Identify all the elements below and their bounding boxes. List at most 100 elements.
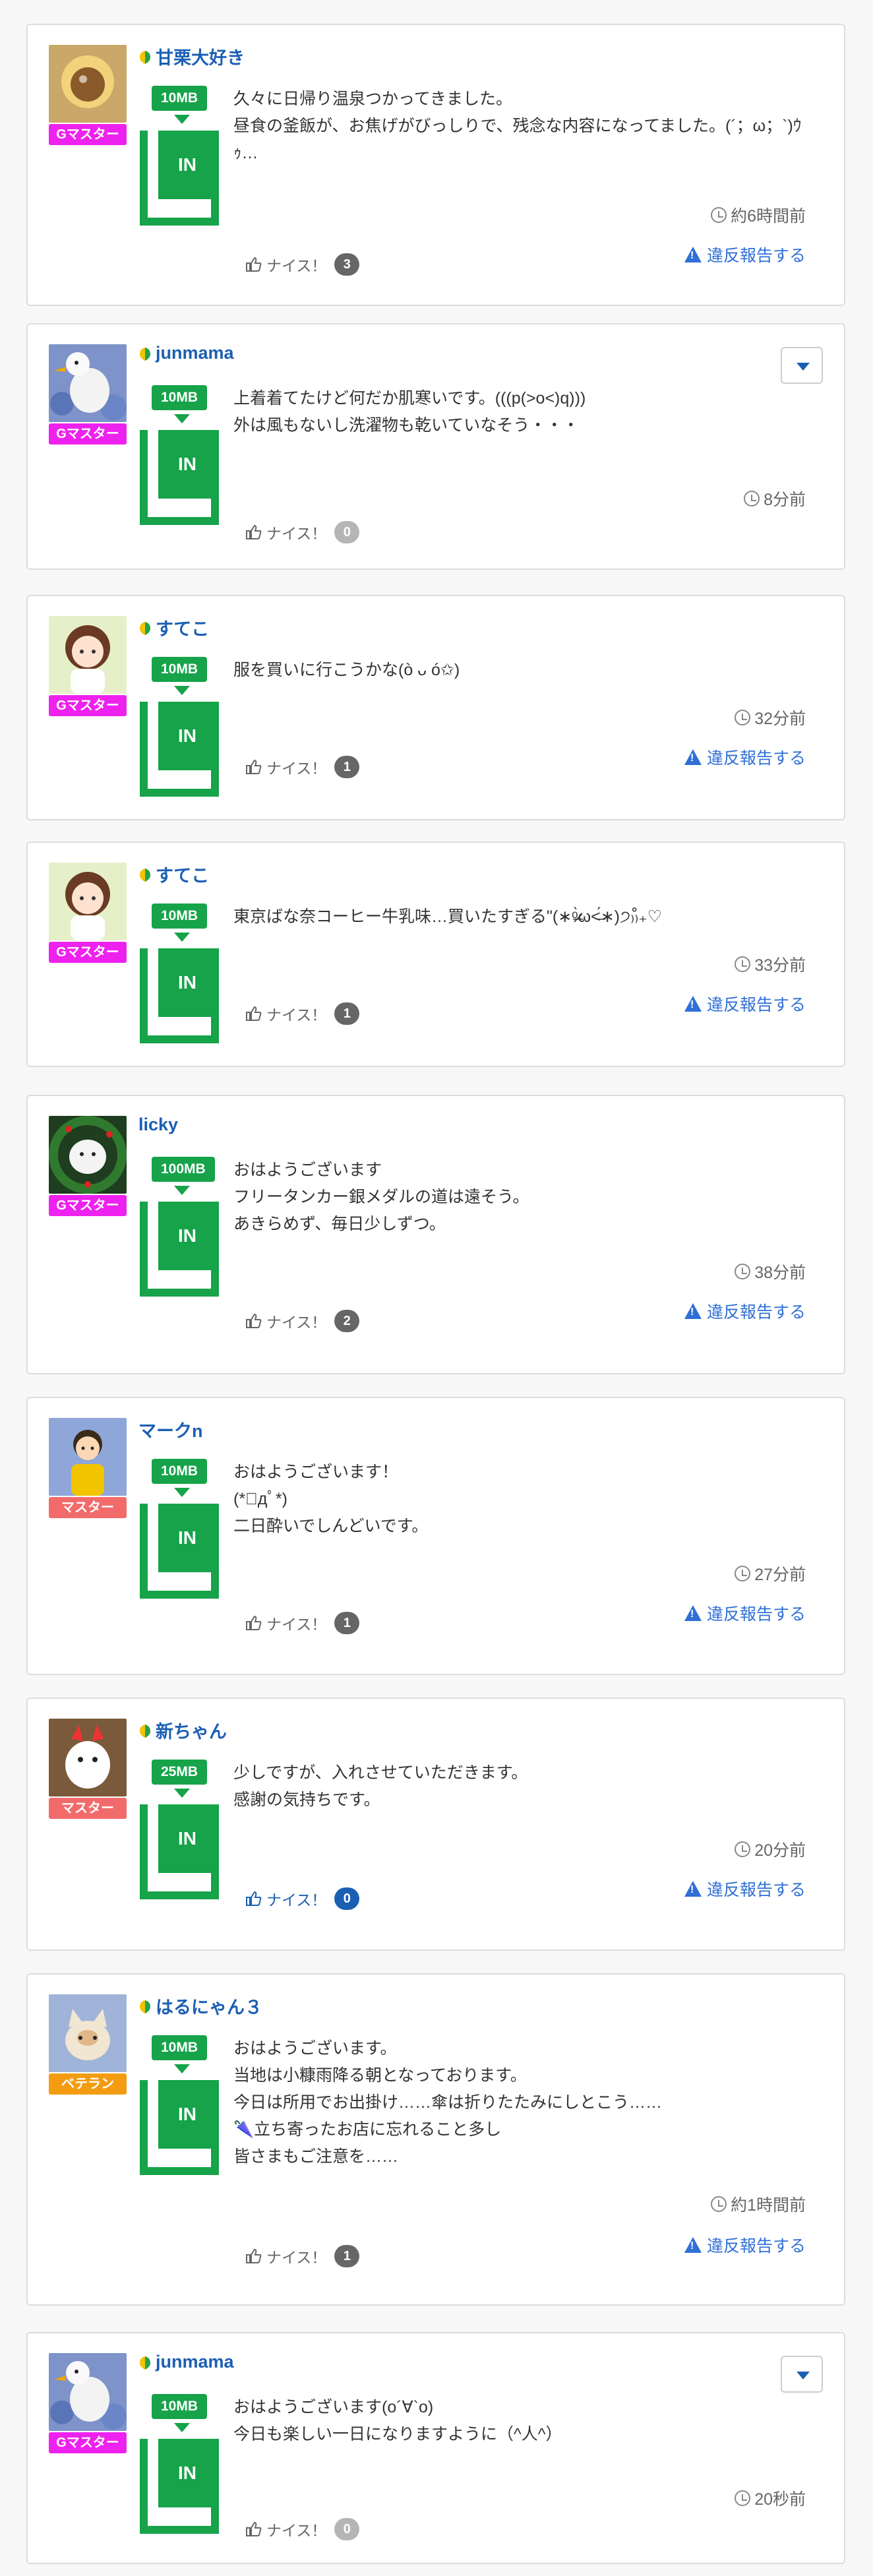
down-arrow-icon bbox=[174, 1186, 190, 1195]
post-time: 20秒前 bbox=[735, 2486, 806, 2510]
warning-icon bbox=[684, 1303, 702, 1319]
post-card: Gマスター すてこ 10MB IN 服を買いに行こうかな(ò ᴗ ó✩) 32分… bbox=[26, 595, 845, 820]
in-cup: IN bbox=[140, 430, 219, 525]
size-badge: 10MB bbox=[152, 657, 208, 682]
report-link[interactable]: 違反報告する bbox=[684, 1877, 806, 1901]
user-avatar[interactable] bbox=[49, 1994, 127, 2072]
post-time: 20分前 bbox=[735, 1837, 806, 1861]
post-message-line: 服を買いに行こうかな(ò ᴗ ó✩) bbox=[233, 661, 460, 679]
nice-button[interactable]: ナイス！ 1 bbox=[245, 756, 360, 778]
size-badge: 10MB bbox=[152, 2394, 208, 2419]
clock-icon bbox=[711, 2196, 727, 2212]
rank-badge: Gマスター bbox=[49, 124, 127, 145]
size-badge: 10MB bbox=[152, 86, 208, 111]
user-name-link[interactable]: licky bbox=[138, 1115, 178, 1135]
clock-icon bbox=[735, 956, 751, 972]
size-badge: 10MB bbox=[152, 2035, 208, 2060]
thumbs-up-icon bbox=[245, 1006, 262, 1022]
thumbs-up-icon bbox=[245, 2521, 262, 2537]
clock-icon bbox=[735, 1841, 751, 1857]
rank-badge: マスター bbox=[49, 1497, 127, 1518]
post-message-line: おはようございます。 bbox=[233, 2039, 397, 2058]
time-text: 32分前 bbox=[754, 710, 806, 728]
user-avatar[interactable] bbox=[49, 1719, 127, 1796]
post-message: 服を買いに行こうかな(ò ᴗ ó✩) bbox=[233, 657, 820, 684]
post-message-line: (*ﾟдﾟ*) bbox=[233, 1490, 287, 1508]
report-link[interactable]: 違反報告する bbox=[684, 1601, 806, 1625]
report-link[interactable]: 違反報告する bbox=[684, 1299, 806, 1323]
dog-wreath-avatar bbox=[49, 1116, 127, 1194]
post-message-line: 昼食の釜飯が、お焦げがびっしりで、残念な内容になってました。(´；ω；`)ｳｩ… bbox=[233, 117, 802, 162]
nice-label: ナイス！ bbox=[266, 1006, 327, 1024]
thumbs-up-icon bbox=[245, 524, 262, 540]
post-card: Gマスター junmama 10MB IN おはようございます(o´∀`o) 今日… bbox=[26, 2332, 845, 2564]
thumbs-up-icon bbox=[245, 1615, 262, 1631]
user-avatar[interactable] bbox=[49, 1116, 127, 1194]
post-message-line: 二日酔いでしんどいです。 bbox=[233, 1517, 429, 1535]
post-time: 約6時間前 bbox=[711, 203, 806, 227]
user-name-link[interactable]: すてこ bbox=[138, 615, 209, 640]
thumbs-up-icon bbox=[245, 1891, 262, 1907]
in-cup: IN bbox=[140, 131, 219, 226]
user-name-link[interactable]: マークn bbox=[138, 1417, 203, 1442]
boy-avatar bbox=[49, 1418, 127, 1496]
user-avatar[interactable] bbox=[49, 45, 127, 123]
in-label: IN bbox=[158, 131, 216, 199]
post-time: 38分前 bbox=[735, 1260, 806, 1283]
in-cup: IN bbox=[140, 1504, 219, 1599]
user-name: はるにゃん３ bbox=[156, 1998, 262, 2017]
beginner-leaf-icon bbox=[138, 1722, 152, 1739]
nice-button[interactable]: ナイス！ 3 bbox=[245, 253, 360, 276]
nice-count: 0 bbox=[334, 2518, 360, 2540]
user-avatar[interactable] bbox=[49, 616, 127, 694]
user-name-link[interactable]: はるにゃん３ bbox=[138, 1993, 262, 2019]
size-badge: 25MB bbox=[152, 1760, 208, 1785]
post-message-line: 感謝の気持ちです。 bbox=[233, 1791, 380, 1809]
nice-count: 1 bbox=[334, 1612, 360, 1634]
post-menu-dropdown[interactable] bbox=[781, 347, 823, 384]
nice-button[interactable]: ナイス！ 0 bbox=[245, 1887, 360, 1910]
down-arrow-icon bbox=[174, 2064, 190, 2073]
nice-button[interactable]: ナイス！ 1 bbox=[245, 1612, 360, 1634]
user-avatar[interactable] bbox=[49, 2353, 127, 2431]
post-time: 33分前 bbox=[735, 952, 806, 976]
in-cup: IN bbox=[140, 1202, 219, 1297]
user-name-link[interactable]: 甘栗大好き bbox=[138, 44, 245, 69]
character-avatar bbox=[49, 1719, 127, 1796]
nice-button[interactable]: ナイス！ 0 bbox=[245, 2518, 360, 2540]
time-text: 約6時間前 bbox=[731, 207, 806, 226]
user-name-link[interactable]: 新ちゃん bbox=[138, 1717, 227, 1743]
report-link[interactable]: 違反報告する bbox=[684, 2233, 806, 2257]
post-time: 27分前 bbox=[735, 1562, 806, 1585]
rank-badge: Gマスター bbox=[49, 695, 127, 716]
post-message-line: 当地は小糠雨降る朝となっております。 bbox=[233, 2066, 527, 2085]
user-name-link[interactable]: junmama bbox=[138, 2352, 234, 2372]
post-message-line: 今日は所用でお出掛け……傘は折りたたみにしとこう…… bbox=[233, 2093, 663, 2112]
in-label: IN bbox=[158, 2080, 216, 2149]
in-label: IN bbox=[158, 430, 216, 499]
nice-label: ナイス！ bbox=[266, 1616, 327, 1633]
post-message-line: おはようございます！ bbox=[233, 1463, 399, 1481]
nice-label: ナイス！ bbox=[266, 257, 327, 274]
user-name: すてこ bbox=[156, 866, 210, 886]
in-label: IN bbox=[158, 948, 216, 1017]
swan-avatar bbox=[49, 344, 127, 422]
user-avatar[interactable] bbox=[49, 863, 127, 940]
nice-button[interactable]: ナイス！ 1 bbox=[245, 1002, 360, 1025]
nice-button[interactable]: ナイス！ 1 bbox=[245, 2245, 360, 2267]
post-message-line: おはようございます bbox=[233, 1161, 382, 1179]
nice-count: 1 bbox=[334, 756, 360, 778]
user-name-link[interactable]: すてこ bbox=[138, 861, 209, 887]
report-link[interactable]: 違反報告する bbox=[684, 745, 806, 769]
nice-button[interactable]: ナイス！ 0 bbox=[245, 521, 360, 543]
report-link[interactable]: 違反報告する bbox=[684, 243, 806, 266]
report-label: 違反報告する bbox=[706, 1881, 806, 1899]
user-name-link[interactable]: junmama bbox=[138, 343, 234, 363]
nice-button[interactable]: ナイス！ 2 bbox=[245, 1310, 360, 1332]
post-message-line: 外は風もないし洗濯物も乾いていなそう・・・ bbox=[233, 416, 580, 435]
post-message-line: 今日も楽しい一日になりますように（^人^） bbox=[233, 2425, 562, 2443]
report-link[interactable]: 違反報告する bbox=[684, 992, 806, 1016]
post-menu-dropdown[interactable] bbox=[781, 2356, 823, 2393]
user-avatar[interactable] bbox=[49, 344, 127, 422]
user-avatar[interactable] bbox=[49, 1418, 127, 1496]
